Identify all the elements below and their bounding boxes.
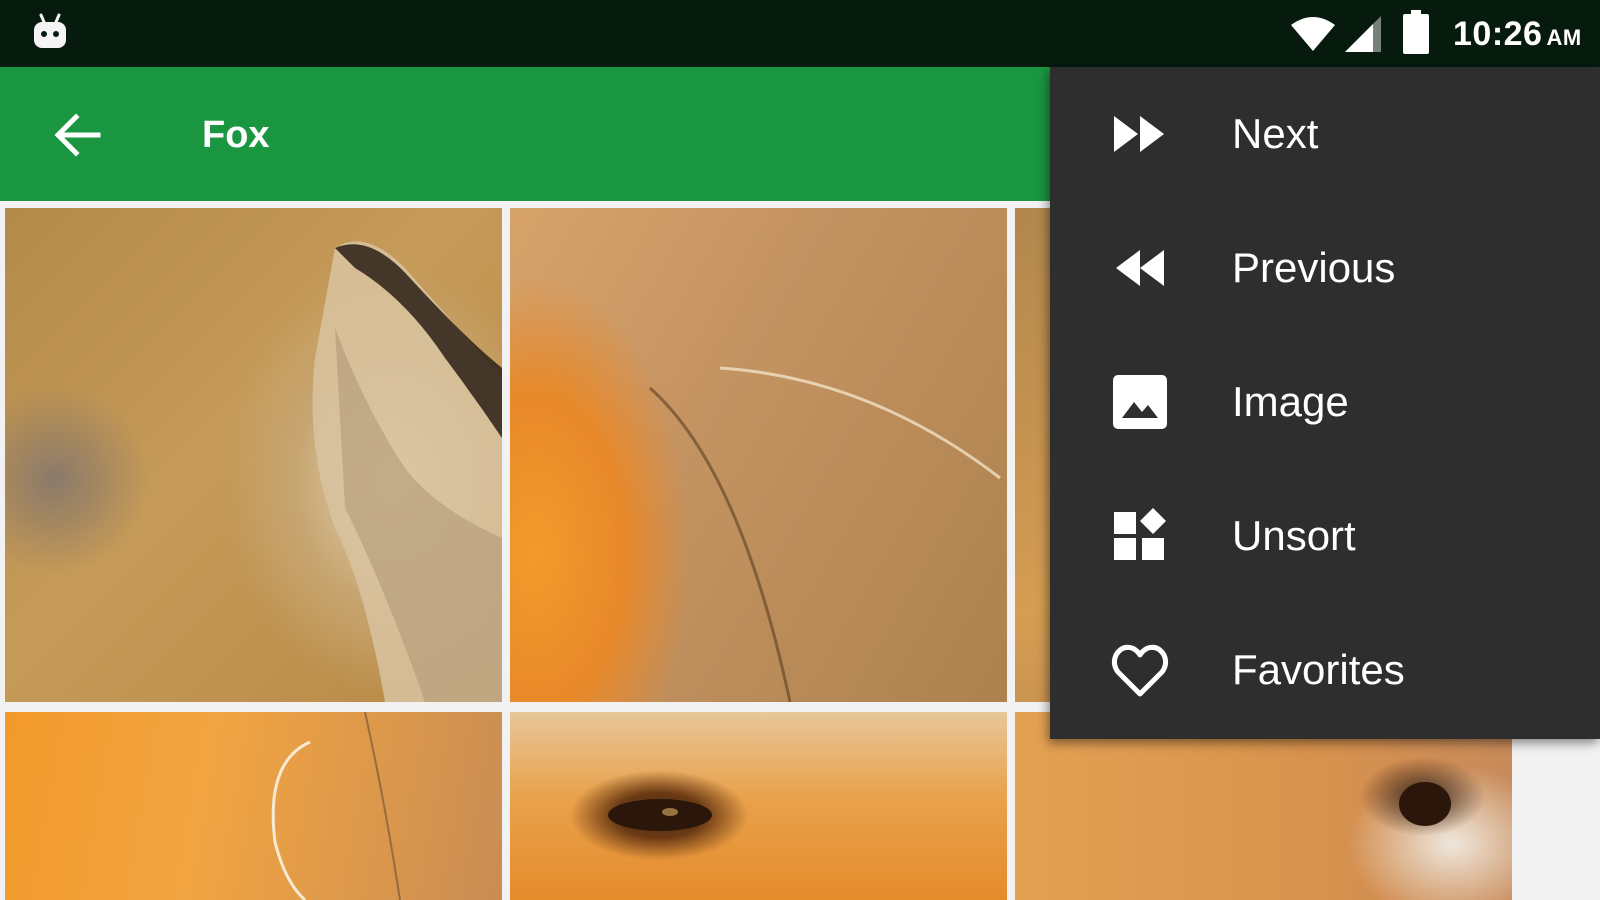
status-bar: 10:26 AM	[0, 0, 1600, 67]
menu-item-label: Previous	[1232, 244, 1396, 291]
fast-forward-icon	[1114, 116, 1164, 152]
menu-item-favorites[interactable]: Favorites	[1050, 603, 1600, 737]
puzzle-tile[interactable]	[1015, 712, 1512, 900]
menu-item-label: Unsort	[1232, 512, 1356, 559]
puzzle-tile[interactable]	[510, 208, 1007, 702]
unsort-icon	[1114, 508, 1166, 560]
page-title: Fox	[202, 114, 270, 156]
android-debug-icon	[34, 13, 66, 48]
fox-eye-image	[1399, 782, 1451, 826]
fox-eye-image	[608, 799, 712, 831]
heart-icon	[1111, 644, 1169, 697]
menu-item-label: Image	[1232, 378, 1349, 425]
fox-ear-image	[312, 241, 502, 702]
menu-item-label: Favorites	[1232, 646, 1405, 693]
puzzle-tile[interactable]	[5, 712, 502, 900]
menu-item-image[interactable]: Image	[1050, 335, 1600, 469]
puzzle-tile[interactable]	[510, 712, 1007, 900]
clock-time: 10:26	[1453, 15, 1543, 53]
menu-item-next[interactable]: Next	[1050, 67, 1600, 201]
rewind-icon	[1116, 250, 1164, 286]
arrow-back-icon[interactable]	[48, 107, 104, 163]
cell-signal-icon	[1345, 16, 1381, 52]
battery-icon	[1403, 10, 1429, 54]
image-icon	[1113, 375, 1167, 429]
overflow-menu: Next Previous Image Unsort Favorites	[1050, 67, 1600, 739]
clock: 10:26 AM	[1453, 14, 1582, 58]
puzzle-tile[interactable]	[5, 208, 502, 702]
menu-item-previous[interactable]: Previous	[1050, 201, 1600, 335]
menu-item-unsort[interactable]: Unsort	[1050, 469, 1600, 603]
clock-ampm: AM	[1546, 25, 1582, 50]
menu-item-label: Next	[1232, 110, 1319, 157]
wifi-icon	[1291, 17, 1335, 51]
fox-fur-image	[649, 366, 1001, 702]
fox-whisker-image	[271, 712, 401, 900]
